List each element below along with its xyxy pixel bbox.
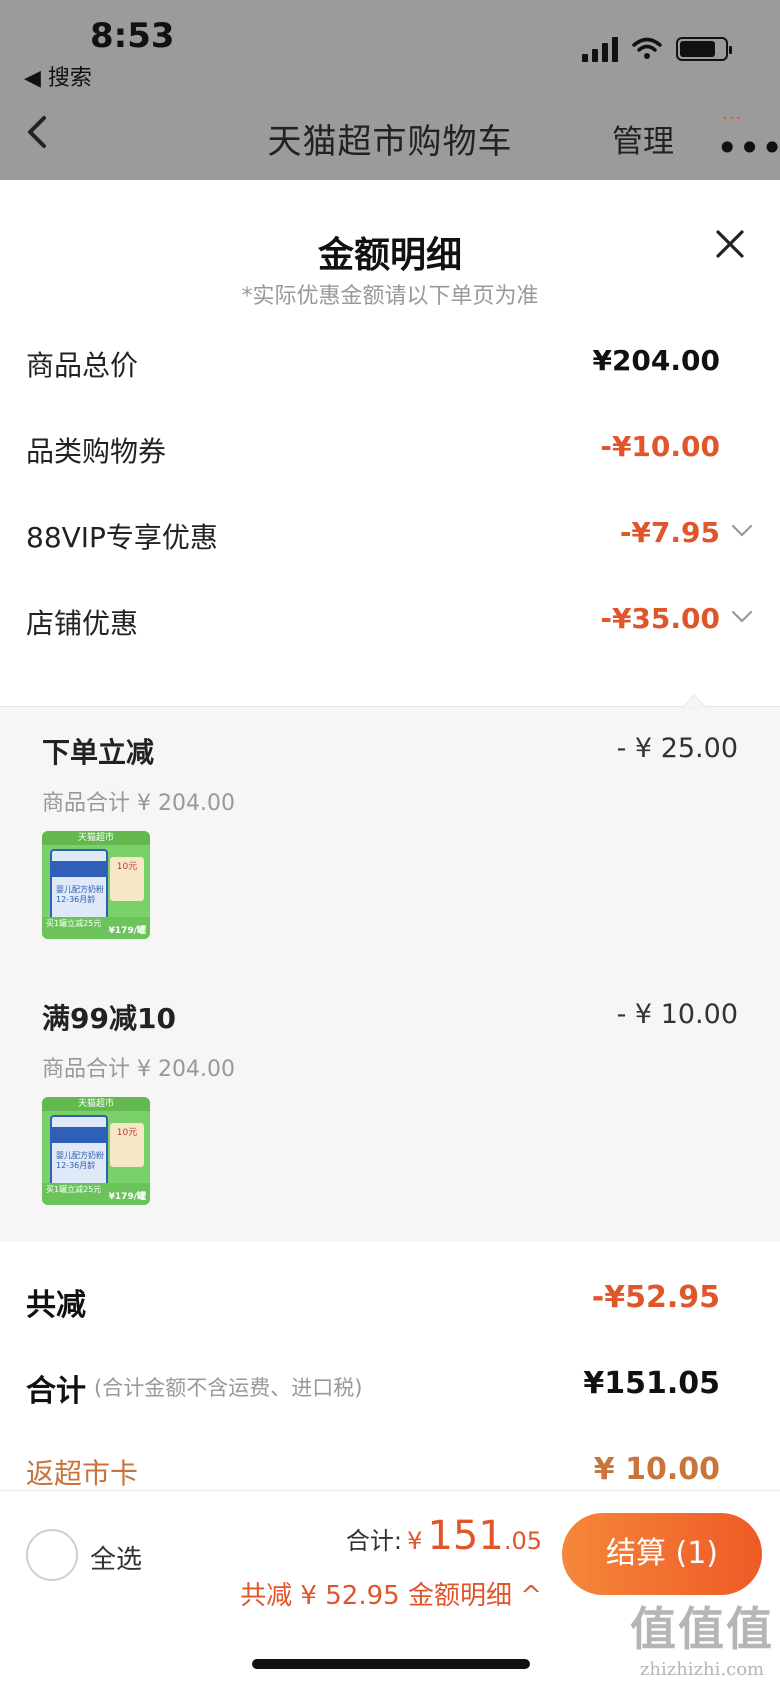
row-value: ¥151.05 [583, 1366, 720, 1401]
row-label: 返超市卡 [26, 1457, 139, 1490]
row-total-saved: 共减 -¥52.95 [26, 1280, 756, 1324]
more-menu-button[interactable]: ··· ••• [714, 108, 780, 170]
thumb-store-tag: 天猫超市 [42, 1097, 150, 1111]
sheet-note: *实际优惠金额请以下单页为准 [241, 284, 539, 309]
amount-detail-toggle[interactable]: 共减 ¥ 52.95 金额明细 ^ [240, 1575, 542, 1612]
thumb-bottom-band: 买1罐立减25元 ¥179/罐 [42, 917, 150, 939]
thumb-price: ¥179/罐 [108, 1192, 146, 1202]
checkout-bar: 全选 合计: ¥ 151.05 共减 ¥ 52.95 金额明细 ^ 结算 (1)… [0, 1490, 780, 1688]
promo-amount: - ¥ 25.00 [616, 733, 738, 764]
row-88vip-discount[interactable]: 88VIP专享优惠 -¥7.95 [26, 516, 756, 560]
row-goods-total: 商品总价 ¥204.00 [26, 344, 756, 388]
chevron-up-icon[interactable] [730, 608, 754, 626]
row-label: 品类购物券 [26, 435, 167, 468]
battery-icon [676, 37, 732, 61]
thumb-bottom-band: 买1罐立减25元 ¥179/罐 [42, 1183, 150, 1205]
total-integer: 151 [427, 1513, 504, 1559]
total-currency: ¥ [407, 1527, 423, 1555]
thumb-store-tag: 天猫超市 [42, 831, 150, 845]
close-icon[interactable] [712, 226, 748, 262]
row-value: ¥ 10.00 [593, 1452, 720, 1487]
thumb-badge: 10元 [110, 857, 144, 901]
row-value: -¥10.00 [600, 430, 720, 463]
total-decimal: .05 [503, 1527, 542, 1555]
more-dots-icon: ••• [716, 126, 780, 170]
total-label: 合计: [345, 1527, 402, 1555]
checkout-button[interactable]: 结算 (1) [562, 1513, 762, 1595]
thumb-promo: 买1罐立减25元 [46, 919, 102, 928]
thumb-price: ¥179/罐 [108, 926, 146, 936]
product-thumbnail[interactable]: 天猫超市 婴儿配方奶粉 12-36月龄 10元 买1罐立减25元 ¥179/罐 [42, 831, 150, 939]
thumb-can-text: 婴儿配方奶粉 12-36月龄 [56, 1151, 104, 1170]
promo-title: 下单立减 [42, 736, 155, 769]
row-store-discount[interactable]: 店铺优惠 -¥35.00 [26, 602, 756, 646]
promo-amount: - ¥ 10.00 [616, 999, 738, 1030]
row-label: 合计 [26, 1374, 86, 1409]
thumb-can: 婴儿配方奶粉 12-36月龄 [50, 1115, 108, 1189]
chevron-down-icon[interactable] [730, 522, 754, 540]
status-time: 8:53 [90, 16, 175, 56]
signal-icon [582, 36, 618, 62]
thumb-badge: 10元 [110, 1123, 144, 1167]
thumb-can-text: 婴儿配方奶粉 12-36月龄 [56, 885, 104, 904]
row-grand-total: 合计 (合计金额不含运费、进口税) ¥151.05 [26, 1366, 756, 1410]
select-all-label[interactable]: 全选 [90, 1539, 142, 1576]
status-icons [582, 36, 732, 62]
watermark-logo: 值值值 [630, 1602, 774, 1656]
row-label: 88VIP专享优惠 [26, 521, 218, 554]
manage-button[interactable]: 管理 [612, 116, 674, 161]
select-all-checkbox[interactable] [26, 1529, 78, 1581]
promo-title: 满99减10 [42, 1002, 176, 1035]
promo-subtotal: 商品合计 ¥ 204.00 [42, 1057, 235, 1082]
row-label: 店铺优惠 [26, 607, 139, 640]
promo-subtotal: 商品合计 ¥ 204.00 [42, 791, 235, 816]
caret-pointer [682, 694, 706, 708]
watermark: 值值值 zhizhizhi.com [630, 1593, 774, 1680]
row-category-coupon: 品类购物券 -¥10.00 [26, 430, 756, 474]
watermark-site: zhizhizhi.com [639, 1659, 765, 1680]
row-label: 商品总价 [26, 349, 139, 382]
row-label: 共减 [26, 1288, 86, 1323]
row-value: -¥52.95 [591, 1280, 720, 1315]
row-value: -¥35.00 [600, 602, 720, 635]
product-thumbnail[interactable]: 天猫超市 婴儿配方奶粉 12-36月龄 10元 买1罐立减25元 ¥179/罐 [42, 1097, 150, 1205]
amount-detail-sheet: 金额明细 *实际优惠金额请以下单页为准 商品总价 ¥204.00 品类购物券 -… [0, 180, 780, 1688]
thumb-can: 婴儿配方奶粉 12-36月龄 [50, 849, 108, 923]
home-indicator[interactable] [252, 1659, 530, 1669]
sheet-title: 金额明细 [317, 235, 462, 276]
row-value: -¥7.95 [619, 516, 720, 549]
grand-total-note: (合计金额不含运费、进口税) [94, 1376, 363, 1400]
dimmed-header: 8:53 ◀ 搜索 天猫超市购物车 管理 ··· ••• [0, 0, 780, 180]
wifi-icon [632, 37, 662, 59]
total-line: 合计: ¥ 151.05 [346, 1513, 542, 1559]
store-discount-detail: 下单立减 - ¥ 25.00 商品合计 ¥ 204.00 天猫超市 婴儿配方奶粉… [0, 694, 780, 1242]
thumb-promo: 买1罐立减25元 [46, 1185, 102, 1194]
row-value: ¥204.00 [592, 344, 720, 377]
status-back-to-app[interactable]: ◀ 搜索 [24, 60, 92, 92]
